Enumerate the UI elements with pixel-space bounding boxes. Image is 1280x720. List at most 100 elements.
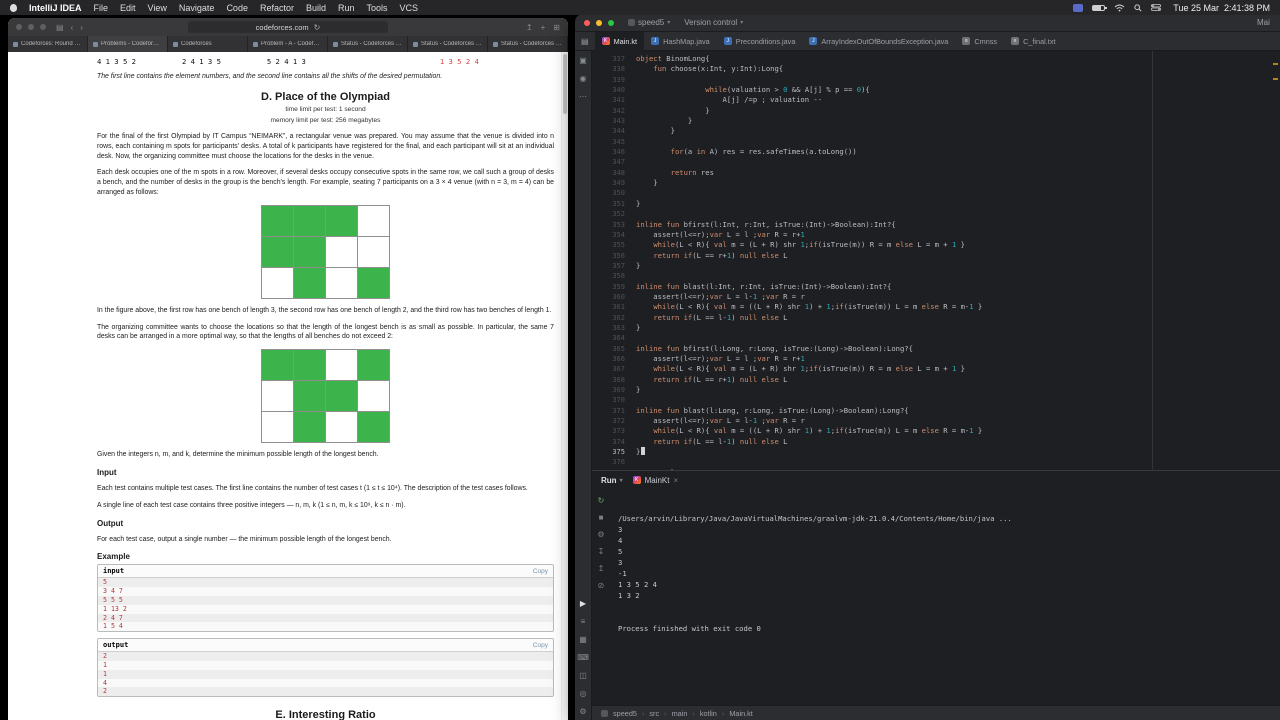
battery-icon[interactable] [1092,4,1108,11]
line-number[interactable]: 363 [592,323,625,333]
window-zoom-button[interactable] [40,24,46,30]
editor-tab-cmnss[interactable]: ≡ Cmnss [955,32,1004,51]
line-number[interactable]: 364 [592,333,625,343]
line-number[interactable]: 369 [592,385,625,395]
breadcrumb-kotlin[interactable]: kotlin [700,709,717,718]
menu-item-refactor[interactable]: Refactor [260,3,294,13]
share-icon[interactable]: ↥ [526,23,533,32]
line-number[interactable]: 372 [592,416,625,426]
commit-icon[interactable]: ◉ [580,74,587,83]
line-number[interactable]: 347 [592,157,625,167]
close-icon[interactable]: × [673,476,678,485]
run-tool-title[interactable]: Run ▾ [601,476,623,485]
scrollbar-thumb[interactable] [563,54,567,114]
editor-pane[interactable]: 337 338 339 340 341 342 343 344 345 346 347 348 349 3… [592,51,1280,470]
line-number[interactable]: 375 [592,447,625,457]
browser-tab[interactable]: Codeforces [168,36,248,52]
line-number[interactable]: 361 [592,302,625,312]
browser-tab[interactable]: Status - Codeforces R... [328,36,408,52]
line-number[interactable]: 357 [592,261,625,271]
settings-icon[interactable]: ⚙ [579,707,586,716]
line-number[interactable]: 365 [592,344,625,354]
line-number[interactable]: 371 [592,406,625,416]
editor-tab-preconditions-java[interactable]: J Preconditions.java [717,32,803,51]
line-number[interactable]: 370 [592,395,625,405]
line-number[interactable]: 354 [592,230,625,240]
ide-close-button[interactable] [584,19,590,26]
run-console[interactable]: /Users/arvin/Library/Java/JavaVirtualMac… [610,489,1280,705]
problems-tool-icon[interactable]: ▦ [579,635,587,644]
line-number[interactable]: 337 [592,54,625,64]
tab-overview-icon[interactable]: ⊞ [553,23,560,32]
menu-item-view[interactable]: View [148,3,167,13]
line-number[interactable]: 368 [592,375,625,385]
browser-tab[interactable]: Codeforces: Round 101... [8,36,88,52]
control-center-icon[interactable] [1151,4,1162,11]
apple-menu-icon[interactable] [10,3,17,12]
line-number[interactable]: 377 [592,468,625,470]
menu-item-vcs[interactable]: VCS [400,3,419,13]
browser-tab[interactable]: Problems - Codeforces [88,36,168,52]
editor-tab-c-final-txt[interactable]: ≡ C_final.txt [1004,32,1062,51]
wifi-icon[interactable] [1114,4,1125,12]
browser-tab[interactable]: Status - Codeforces R... [488,36,568,52]
line-number[interactable]: 338 [592,64,625,74]
breadcrumb-speed5[interactable]: speed5 [613,709,637,718]
ide-zoom-button[interactable] [608,19,614,26]
line-number[interactable]: 345 [592,137,625,147]
line-number[interactable]: 352 [592,209,625,219]
line-number[interactable]: 359 [592,282,625,292]
page-scrollbar[interactable] [561,52,568,720]
new-tab-icon[interactable]: + [541,23,546,32]
copy-input-button[interactable]: Copy [533,568,548,575]
folder-icon[interactable]: ▤ [581,37,589,46]
line-number[interactable]: 356 [592,251,625,261]
run-tab-mainkt[interactable]: K MainKt × [632,476,678,485]
browser-tab[interactable]: Status - Codeforces R... [408,36,488,52]
ide-minimize-button[interactable] [596,19,602,26]
menu-item-code[interactable]: Code [226,3,248,13]
back-icon[interactable]: ‹ [71,23,74,32]
line-number[interactable]: 366 [592,354,625,364]
input-box-body[interactable]: 53 4 75 5 51 13 22 4 71 5 4 [98,578,553,632]
line-number[interactable]: 362 [592,313,625,323]
line-number[interactable]: 348 [592,168,625,178]
build-tool-icon[interactable]: ≡ [581,617,586,626]
app-menu-title[interactable]: IntelliJ IDEA [29,3,82,13]
breadcrumb-src[interactable]: src [649,709,659,718]
rerun-icon[interactable]: ↻ [598,496,605,505]
browser-tab[interactable]: Problem - A - Codeforc... [248,36,328,52]
run-tool-icon[interactable]: ▶ [580,599,586,608]
search-icon[interactable] [1134,3,1142,12]
menu-item-edit[interactable]: Edit [120,3,136,13]
line-number[interactable]: 339 [592,75,625,85]
line-number[interactable]: 351 [592,199,625,209]
project-icon[interactable]: ▣ [579,56,587,65]
editor-tab-hashmap-java[interactable]: J HashMap.java [644,32,717,51]
menu-item-build[interactable]: Build [306,3,326,13]
line-number[interactable]: 349 [592,178,625,188]
line-number[interactable]: 367 [592,364,625,374]
more-tool-windows-icon[interactable]: ⋯ [579,92,587,101]
menu-item-file[interactable]: File [94,3,109,13]
line-number[interactable]: 344 [592,126,625,136]
vcs-widget[interactable]: Version control ▾ [684,18,743,27]
window-close-button[interactable] [16,24,22,30]
address-bar[interactable]: codeforces.com ↻ [188,21,388,33]
stop-icon[interactable]: ■ [599,513,604,522]
editor-tab-main-kt[interactable]: K Main.kt [594,31,645,51]
output-box-body[interactable]: 21142 [98,652,553,697]
line-number[interactable]: 342 [592,106,625,116]
line-number[interactable]: 355 [592,240,625,250]
services-tool-icon[interactable]: ◫ [579,671,587,680]
menu-clock[interactable]: Tue 25 Mar 2:41:38 PM [1173,3,1270,13]
line-number[interactable]: 374 [592,437,625,447]
editor-gutter[interactable]: 337 338 339 340 341 342 343 344 345 346 347 348 349 3… [592,54,636,470]
scroll-up-icon[interactable]: ↥ [598,564,605,573]
copy-output-button[interactable]: Copy [533,642,548,649]
menu-item-tools[interactable]: Tools [367,3,388,13]
reload-icon[interactable]: ↻ [314,23,321,32]
editor-code[interactable]: object BinomLong{ fun choose(x:Int, y:In… [636,54,1280,470]
forward-icon[interactable]: › [80,23,83,32]
line-number[interactable]: 350 [592,188,625,198]
